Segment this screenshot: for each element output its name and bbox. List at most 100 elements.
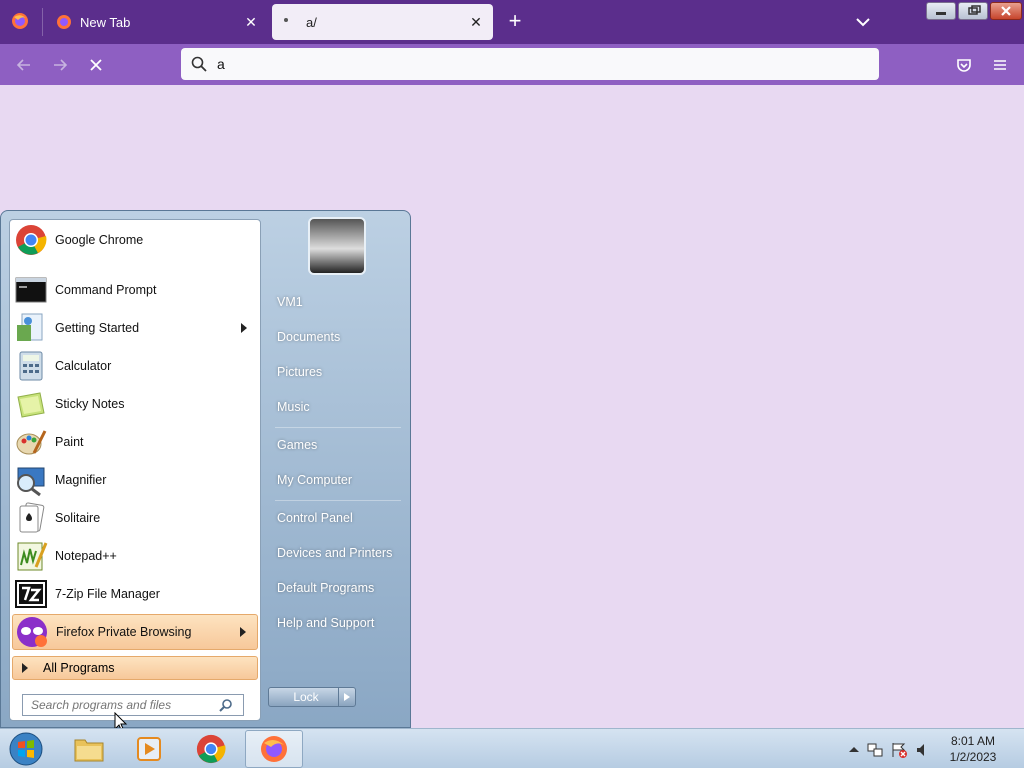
taskbar-media-player[interactable] <box>120 730 178 768</box>
restore-button[interactable] <box>958 2 988 20</box>
restore-icon <box>968 5 981 15</box>
taskbar-chrome[interactable] <box>182 730 240 768</box>
divider <box>275 427 401 428</box>
program-label: Magnifier <box>55 473 107 487</box>
program-label: Notepad++ <box>55 549 117 563</box>
tab-new-tab[interactable]: New Tab ✕ <box>46 4 268 40</box>
link-games[interactable]: Games <box>277 438 317 452</box>
loading-dot-icon <box>284 18 288 22</box>
media-player-icon <box>137 737 161 761</box>
tab-bar: New Tab ✕ a/ ✕ + <box>0 0 1024 44</box>
hamburger-menu-icon <box>994 60 1006 70</box>
program-solitaire[interactable]: Solitaire <box>12 500 258 536</box>
program-label: Command Prompt <box>55 283 157 297</box>
minimize-button[interactable] <box>926 2 956 20</box>
firefox-icon <box>261 736 287 762</box>
program-label: Paint <box>55 435 84 449</box>
show-hidden-icons-icon[interactable] <box>845 741 863 759</box>
chrome-icon <box>16 225 47 255</box>
shutdown-options-button[interactable] <box>338 687 356 707</box>
program-paint[interactable]: Paint <box>12 424 258 460</box>
notepad-plus-plus-icon <box>17 542 48 571</box>
pocket-icon <box>957 59 971 72</box>
taskbar-file-explorer[interactable] <box>60 730 118 768</box>
search-icon[interactable] <box>219 698 233 712</box>
program-label: Google Chrome <box>55 233 144 247</box>
places-pane: VM1 Documents Pictures Music Games My Co… <box>263 211 411 727</box>
arrow-right-icon <box>344 693 350 701</box>
program-label: Getting Started <box>55 321 140 335</box>
new-tab-button[interactable]: + <box>503 10 527 34</box>
getting-started-icon <box>17 313 43 341</box>
user-picture[interactable] <box>308 217 366 275</box>
program-getting-started[interactable]: Getting Started <box>12 310 258 346</box>
calculator-icon <box>19 351 43 381</box>
program-label: 7-Zip File Manager <box>55 587 160 601</box>
link-music[interactable]: Music <box>277 400 310 414</box>
command-prompt-icon <box>15 277 47 303</box>
magnifier-icon <box>17 467 45 497</box>
firefox-private-icon <box>17 617 47 647</box>
program-command-prompt[interactable]: Command Prompt <box>12 272 258 308</box>
clock-time: 8:01 AM <box>950 734 996 748</box>
lock-button[interactable]: Lock <box>268 687 344 707</box>
program-label: Solitaire <box>55 511 101 525</box>
tab-title: a/ <box>306 14 317 30</box>
tab-active[interactable]: a/ ✕ <box>272 4 493 40</box>
program-firefox-private-browsing[interactable]: Firefox Private Browsing <box>12 614 258 650</box>
link-help-and-support[interactable]: Help and Support <box>277 616 374 630</box>
back-button[interactable] <box>11 52 37 78</box>
taskbar-firefox[interactable] <box>245 730 303 768</box>
program-label: Calculator <box>55 359 112 373</box>
program-notepad-plus-plus[interactable]: Notepad++ <box>12 538 258 574</box>
all-programs-button[interactable]: All Programs <box>12 656 258 680</box>
close-tab-icon[interactable]: ✕ <box>244 14 258 30</box>
sticky-notes-icon <box>17 392 45 418</box>
firefox-icon[interactable] <box>10 11 30 31</box>
network-icon[interactable] <box>866 741 884 759</box>
taskbar: 8:01 AM 1/2/2023 <box>0 728 1024 768</box>
solitaire-icon <box>19 502 45 533</box>
app-menu-button[interactable] <box>987 52 1013 78</box>
url-input[interactable] <box>217 56 857 72</box>
close-tab-icon[interactable]: ✕ <box>469 14 483 30</box>
program-label: Firefox Private Browsing <box>56 625 192 639</box>
link-my-computer[interactable]: My Computer <box>277 473 352 487</box>
link-default-programs[interactable]: Default Programs <box>277 581 374 595</box>
start-menu: Google Chrome Command Prompt Getting Sta… <box>0 210 411 728</box>
search-icon <box>191 56 207 72</box>
link-user[interactable]: VM1 <box>277 295 303 309</box>
programs-pane: Google Chrome Command Prompt Getting Sta… <box>9 219 261 721</box>
forward-button[interactable] <box>47 52 73 78</box>
divider <box>275 500 401 501</box>
program-calculator[interactable]: Calculator <box>12 348 258 384</box>
submenu-arrow-icon <box>240 627 246 637</box>
program-sticky-notes[interactable]: Sticky Notes <box>12 386 258 422</box>
folder-icon <box>74 739 104 762</box>
close-icon <box>1001 6 1011 16</box>
tab-title: New Tab <box>80 14 131 30</box>
firefox-favicon-icon <box>57 15 71 29</box>
forward-arrow-icon <box>54 59 68 71</box>
list-all-tabs-icon[interactable] <box>852 12 874 32</box>
back-arrow-icon <box>16 59 30 71</box>
program-google-chrome[interactable]: Google Chrome <box>12 222 258 258</box>
stop-loading-button[interactable] <box>83 52 109 78</box>
start-button[interactable] <box>6 730 46 768</box>
address-bar[interactable] <box>181 48 879 80</box>
action-center-flag-icon[interactable] <box>890 741 908 759</box>
close-window-button[interactable] <box>990 2 1022 20</box>
link-control-panel[interactable]: Control Panel <box>277 511 353 525</box>
7zip-icon <box>15 580 47 608</box>
link-documents[interactable]: Documents <box>277 330 340 344</box>
program-7zip[interactable]: 7-Zip File Manager <box>12 576 258 612</box>
program-magnifier[interactable]: Magnifier <box>12 462 258 498</box>
link-devices-and-printers[interactable]: Devices and Printers <box>277 546 392 560</box>
pocket-button[interactable] <box>951 52 977 78</box>
search-programs-input[interactable] <box>31 698 219 712</box>
system-clock[interactable]: 8:01 AM 1/2/2023 <box>930 733 1016 765</box>
clock-date: 1/2/2023 <box>949 750 997 764</box>
link-pictures[interactable]: Pictures <box>277 365 322 379</box>
search-programs-box[interactable] <box>22 694 244 716</box>
stop-x-icon <box>90 59 102 71</box>
